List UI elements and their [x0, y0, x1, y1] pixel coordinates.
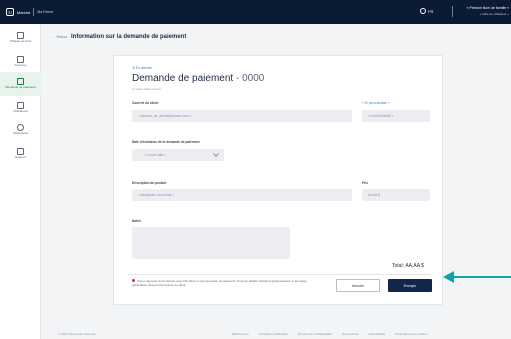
- chevron-down-icon: [213, 151, 219, 157]
- notice-text: Vous n'agit pas d'une facture avec l'ID …: [132, 279, 307, 287]
- product-description-label: Description du produit: [132, 181, 167, 185]
- due-date-label: Date d'échéance de la demande de paiemen…: [132, 140, 200, 144]
- users-icon: [17, 102, 24, 110]
- user-role: « Rôle de utilisateur »: [479, 12, 509, 16]
- email-field[interactable]: « adresse_du_client@domaine.com »: [132, 110, 352, 122]
- invoice-icon: [17, 56, 24, 64]
- header-divider: [452, 6, 453, 17]
- total-label: Total:: [392, 263, 404, 269]
- total-value: AA,AA $: [405, 263, 424, 269]
- due-date-select[interactable]: « 1 mois date »: [132, 149, 224, 161]
- dashboard-icon: [17, 32, 24, 40]
- sidebar: Tableau de bord Factures Demande de paie…: [0, 24, 41, 339]
- page-title: Information sur la demande de paiement: [70, 34, 187, 40]
- gear-icon: [17, 124, 24, 132]
- globe-icon: [420, 8, 426, 14]
- sidebar-item-label: Utilisateurs: [13, 109, 28, 114]
- price-label: Prix: [362, 181, 369, 185]
- footer-copyright: © 2024 Tous droits réservés: [58, 332, 96, 336]
- due-date-value: « 1 mois date »: [144, 153, 166, 157]
- sidebar-item-label: Demande de paiement: [5, 85, 36, 90]
- sidebar-item-dashboard[interactable]: Tableau de bord: [0, 26, 41, 50]
- arrow-line: [451, 276, 511, 278]
- brand-separator: [33, 8, 35, 16]
- form-title: Demande de paiement - 0000: [132, 73, 264, 84]
- footer-link[interactable]: Marché.com: [232, 332, 249, 336]
- footer-link[interactable]: Accessibilité: [369, 332, 386, 336]
- brand-name: Marché: [17, 9, 31, 15]
- sidebar-item-invoices[interactable]: Factures: [0, 50, 41, 74]
- custom-id-value: « a1b2c3d4e5f6 »: [368, 114, 394, 118]
- form-subtitle: À mode statut d'envoi: [132, 87, 161, 91]
- sidebar-item-payment-request[interactable]: Demande de paiement: [0, 72, 41, 96]
- notes-label: Notes: [132, 219, 141, 223]
- email-value: « adresse_du_client@domaine.com »: [138, 114, 192, 118]
- language-switcher[interactable]: FR: [420, 8, 433, 14]
- page-header: ← Retour Information sur la demande de p…: [52, 34, 186, 40]
- custom-id-field[interactable]: « a1b2c3d4e5f6 »: [362, 110, 430, 122]
- top-bar: ℳ Marché Ma Ferme FR « Prénom Nom de fam…: [0, 0, 511, 24]
- status-badge: ⟲ En attente: [132, 66, 152, 70]
- request-number: - 0000: [233, 73, 265, 84]
- payment-request-icon: [17, 78, 24, 86]
- sidebar-item-label: Paramètres: [12, 131, 29, 136]
- footer-link[interactable]: Énoncé de confidentialité: [298, 332, 332, 336]
- brand-logo-icon: ℳ: [6, 8, 14, 16]
- notes-field[interactable]: [132, 227, 290, 259]
- sidebar-item-label: Factures: [14, 63, 27, 68]
- cancel-button[interactable]: Annuler: [336, 279, 380, 292]
- footer: © 2024 Tous droits réservés Marché.com C…: [42, 328, 511, 339]
- user-menu[interactable]: « Prénom Nom de famille » « Rôle de util…: [456, 5, 511, 17]
- product-description-field[interactable]: « description du produit »: [132, 189, 352, 201]
- email-label: Courriel du client: [132, 101, 159, 105]
- sidebar-item-settings[interactable]: Paramètres: [0, 118, 41, 142]
- custom-id-label: « ID personnalisé »: [362, 101, 390, 105]
- brand[interactable]: ℳ Marché Ma Ferme: [6, 8, 53, 16]
- submit-button[interactable]: Envoyer: [388, 279, 432, 292]
- sidebar-item-label: Tableau de bord: [9, 39, 32, 44]
- sidebar-item-report[interactable]: Rapport: [0, 142, 41, 166]
- footer-links: Marché.com Conditions d'utilisation Énon…: [232, 332, 427, 336]
- sidebar-item-users[interactable]: Utilisateurs: [0, 96, 41, 120]
- brand-subtitle: Ma Ferme: [37, 10, 54, 14]
- sidebar-item-label: Rapport: [15, 155, 26, 160]
- notice-message: Vous n'agit pas d'une facture avec l'ID …: [132, 279, 322, 287]
- pointer-arrow: [443, 270, 511, 284]
- footer-link[interactable]: Paramètres des cookies: [395, 332, 427, 336]
- total-amount: Total: AA,AA $: [392, 263, 424, 269]
- payment-request-card: ⟲ En attente Demande de paiement - 0000 …: [113, 55, 443, 305]
- form-divider: [128, 274, 430, 275]
- price-value: AA,AA $: [368, 193, 380, 197]
- footer-link[interactable]: Conditions d'utilisation: [259, 332, 289, 336]
- form-title-text: Demande de paiement: [132, 73, 234, 84]
- back-link[interactable]: ← Retour: [52, 35, 67, 39]
- language-label: FR: [428, 8, 434, 14]
- arrow-head-icon: [443, 271, 454, 283]
- product-description-value: « description du produit »: [138, 193, 174, 197]
- report-icon: [17, 148, 24, 156]
- alert-dot-icon: [132, 279, 135, 282]
- footer-link[interactable]: Nous joindre: [342, 332, 359, 336]
- price-field[interactable]: AA,AA $: [362, 189, 430, 201]
